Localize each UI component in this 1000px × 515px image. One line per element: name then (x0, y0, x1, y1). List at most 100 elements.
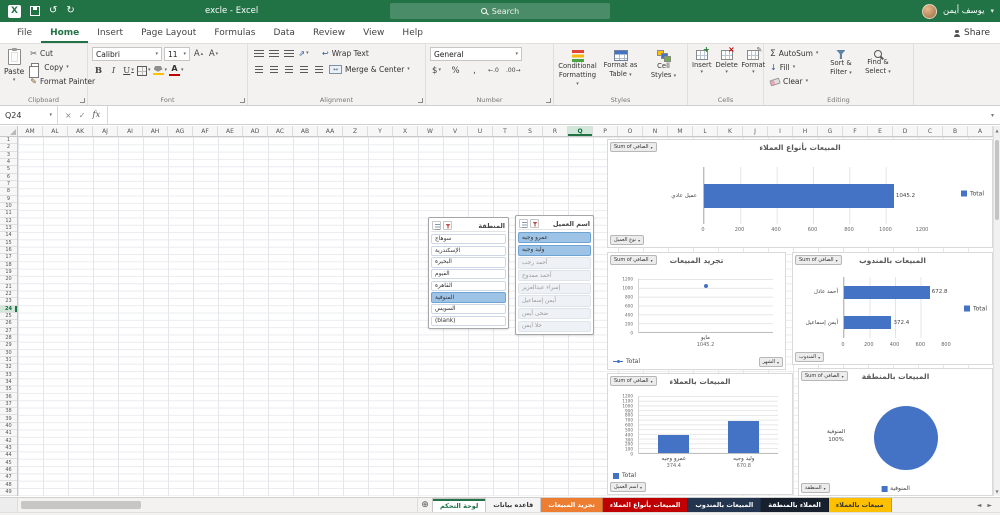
row-header-38[interactable]: 38 (0, 408, 17, 416)
column-header-X[interactable]: X (393, 126, 418, 136)
font-color-button[interactable]: A ▾ (169, 64, 184, 77)
row-header-36[interactable]: 36 (0, 393, 17, 401)
column-header-AC[interactable]: AC (268, 126, 293, 136)
format-cells-button[interactable]: Format▾ (741, 46, 765, 93)
conditional-formatting-button[interactable]: Conditional Formatting ▾ (558, 47, 597, 93)
row-header-28[interactable]: 28 (0, 335, 17, 343)
column-header-R[interactable]: R (543, 126, 568, 136)
scroll-up-icon[interactable]: ▲ (994, 128, 1000, 133)
pivot-chart-sales-by-customer[interactable]: Sum of الصافي ▾ اسم العميل ▾ المبيعات بالعمل… (607, 373, 793, 495)
scroll-down-icon[interactable]: ▼ (994, 489, 1000, 494)
multi-select-icon[interactable] (432, 221, 441, 230)
undo-icon[interactable]: ↺ (49, 6, 57, 16)
multi-select-icon[interactable] (519, 219, 528, 228)
column-header-K[interactable]: K (718, 126, 743, 136)
pivot-field-button[interactable]: المندوب ▾ (795, 352, 825, 362)
pivot-field-button[interactable]: اسم العميل ▾ (610, 482, 647, 492)
cancel-icon[interactable]: × (65, 111, 72, 120)
clear-filter-icon[interactable] (443, 221, 452, 230)
sheet-tab[interactable]: تجريد المبيعات (541, 498, 603, 512)
column-header-AD[interactable]: AD (243, 126, 268, 136)
insert-function-icon[interactable]: fx (92, 110, 100, 120)
slicer-item[interactable]: الفيوم (431, 269, 506, 280)
column-header-U[interactable]: U (468, 126, 493, 136)
column-header-Q[interactable]: Q (568, 126, 593, 136)
worksheet-grid[interactable]: Sum of الصافي ▾ نوع العميل ▾ المبيعات بأنواع… (18, 137, 993, 496)
row-header-29[interactable]: 29 (0, 342, 17, 350)
sheet-tab[interactable]: قاعده بيانات (486, 498, 542, 512)
row-header-14[interactable]: 14 (0, 232, 17, 240)
dialog-launcher-icon[interactable] (418, 98, 423, 103)
slicer-item[interactable]: ضحى أيمن (518, 308, 591, 320)
ribbon-tab-view[interactable]: View (354, 22, 393, 43)
select-all-corner[interactable] (0, 126, 18, 137)
row-header-15[interactable]: 15 (0, 240, 17, 247)
clear-button[interactable]: Clear ▾ (768, 75, 820, 88)
row-header-46[interactable]: 46 (0, 467, 17, 475)
row-header-5[interactable]: 5 (0, 166, 17, 174)
row-header-49[interactable]: 49 (0, 489, 17, 497)
clear-filter-icon[interactable] (530, 219, 539, 228)
column-header-A[interactable]: A (968, 126, 993, 136)
row-header-32[interactable]: 32 (0, 364, 17, 372)
row-header-13[interactable]: 13 (0, 225, 17, 233)
slicer-region[interactable]: المنطقة سوهاج الإسكندرية البحيرة الفيوم القاه… (428, 217, 509, 329)
row-header-23[interactable]: 23 (0, 298, 17, 306)
ribbon-tab-formulas[interactable]: Formulas (205, 22, 264, 43)
column-header-AJ[interactable]: AJ (93, 126, 118, 136)
column-header-C[interactable]: C (918, 126, 943, 136)
row-header-43[interactable]: 43 (0, 445, 17, 453)
horizontal-scrollbar-thumb[interactable] (21, 501, 141, 509)
previous-sheet-icon[interactable]: ◄ (977, 502, 982, 509)
row-header-26[interactable]: 26 (0, 320, 17, 328)
avatar[interactable] (921, 3, 937, 19)
row-header-42[interactable]: 42 (0, 437, 17, 445)
column-header-AI[interactable]: AI (118, 126, 143, 136)
increase-decimal-button[interactable]: ←.0 (487, 64, 500, 77)
underline-button[interactable]: U ▾ (122, 64, 135, 77)
slicer-item[interactable]: المنوفية (431, 292, 506, 303)
row-header-8[interactable]: 8 (0, 188, 17, 196)
column-header-AG[interactable]: AG (168, 126, 193, 136)
slicer-item[interactable]: (blank) (431, 315, 506, 326)
font-name-combo[interactable]: Calibri ▾ (92, 47, 162, 61)
slicer-item[interactable]: أيمن إسماعيل (518, 295, 591, 307)
dialog-launcher-icon[interactable] (80, 98, 85, 103)
column-header-S[interactable]: S (518, 126, 543, 136)
vertical-scrollbar-thumb[interactable] (995, 140, 999, 220)
column-header-AH[interactable]: AH (143, 126, 168, 136)
redo-icon[interactable]: ↻ (66, 6, 74, 16)
fill-button[interactable]: ↓ Fill ▾ (768, 61, 820, 74)
sheet-tab[interactable]: المبيعات بأنواع العملاء (602, 498, 689, 512)
slicer-item[interactable]: البحيرة (431, 257, 506, 268)
column-header-L[interactable]: L (693, 126, 718, 136)
decrease-font-size-button[interactable]: A ▾ (207, 48, 220, 61)
cut-button[interactable]: ✂ Cut (28, 47, 97, 60)
cell-styles-button[interactable]: Cell Styles ▾ (644, 47, 683, 93)
copy-button[interactable]: Copy ▾ (28, 61, 97, 78)
row-header-17[interactable]: 17 (0, 254, 17, 262)
ribbon-tab-home[interactable]: Home (41, 22, 88, 43)
formula-input[interactable] (108, 106, 985, 124)
orientation-button[interactable]: ⇗ ▾ (297, 47, 310, 60)
slicer-item[interactable]: الإسكندرية (431, 245, 506, 256)
column-header-G[interactable]: G (818, 126, 843, 136)
format-as-table-button[interactable]: Format as Table ▾ (601, 47, 640, 93)
row-header-24[interactable]: 24 (0, 305, 17, 313)
ribbon-tab-data[interactable]: Data (264, 22, 304, 43)
row-header-11[interactable]: 11 (0, 210, 17, 218)
row-header-45[interactable]: 45 (0, 459, 17, 467)
pivot-field-button[interactable]: Sum of الصافي ▾ (610, 142, 657, 152)
sheet-tab[interactable]: مبيعات بالعملاء (828, 498, 892, 512)
row-header-3[interactable]: 3 (0, 152, 17, 159)
pivot-field-button[interactable]: المنطقة ▾ (801, 483, 830, 493)
row-header-16[interactable]: 16 (0, 247, 17, 255)
column-header-N[interactable]: N (643, 126, 668, 136)
pivot-field-button[interactable]: الشهر ▾ (758, 357, 783, 367)
expand-formula-bar-icon[interactable]: ▾ (985, 106, 1000, 124)
column-header-AE[interactable]: AE (218, 126, 243, 136)
pivot-chart-sales-by-region[interactable]: Sum of الصافي ▾ المنطقة ▾ المبيعات بالمنطقة ا… (798, 368, 993, 496)
enter-icon[interactable]: ✓ (79, 111, 86, 120)
new-sheet-button[interactable]: ⊕ (418, 498, 432, 512)
row-header-44[interactable]: 44 (0, 452, 17, 460)
